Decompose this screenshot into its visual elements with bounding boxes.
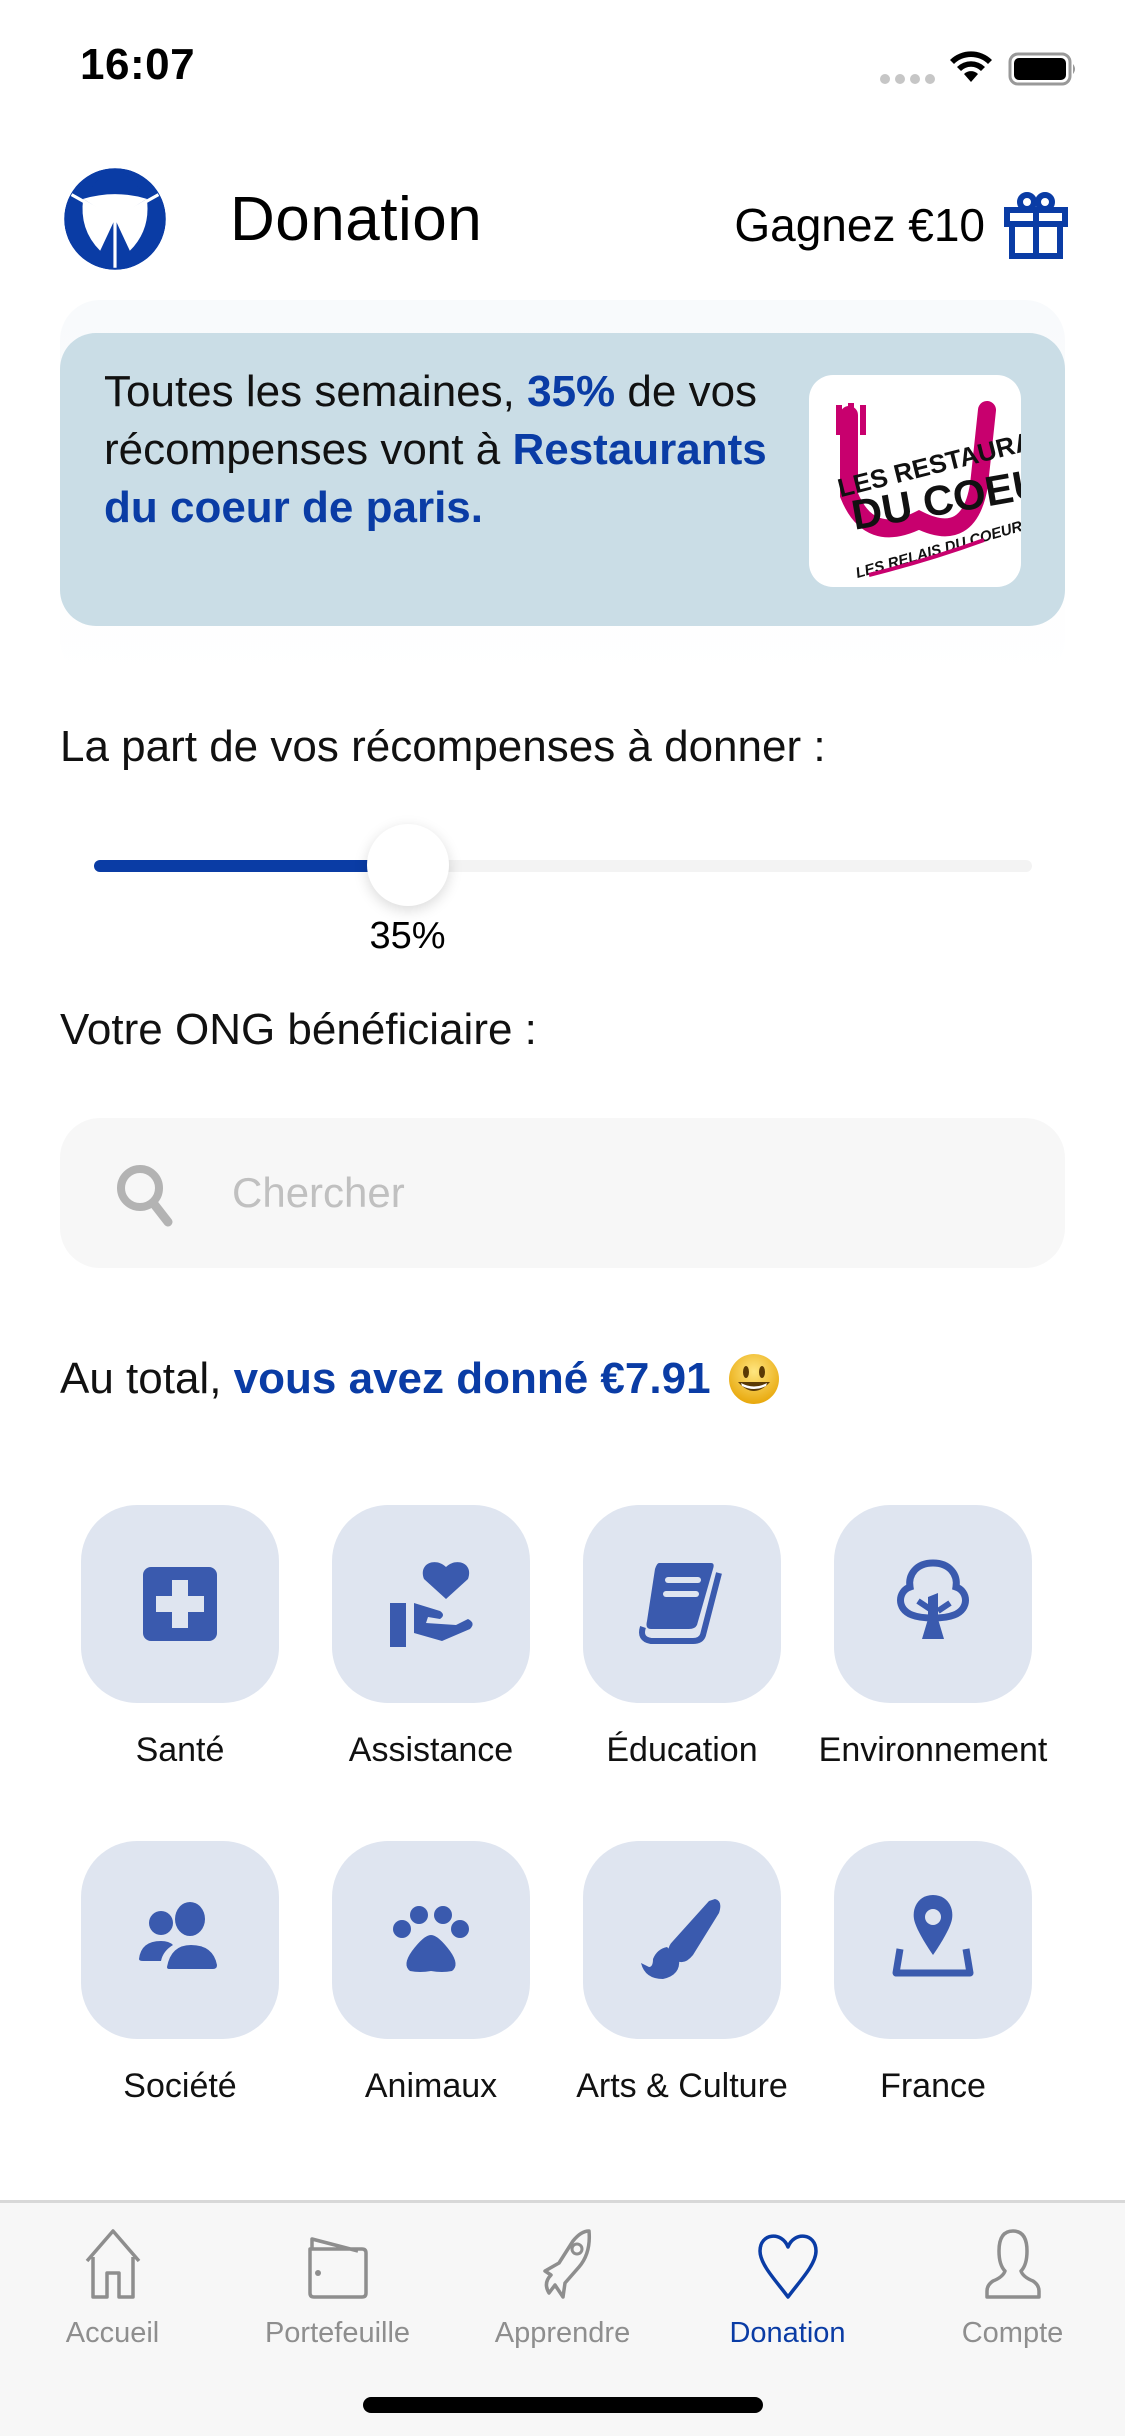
hand-heart-icon [390, 1562, 473, 1647]
category-education[interactable]: Éducation [562, 1505, 802, 1770]
map-pin-icon [892, 1895, 974, 1977]
ngo-section-label: Votre ONG bénéficiaire : [60, 1005, 537, 1054]
tab-label: Accueil [65, 2317, 160, 2349]
book-icon [639, 1563, 722, 1644]
ngo-search-box[interactable] [60, 1118, 1065, 1268]
ngo-search-input[interactable] [232, 1158, 1012, 1228]
donation-banner: Toutes les semaines, 35% de vos récompen… [60, 333, 1065, 626]
slider-thumb[interactable] [366, 824, 449, 906]
search-icon [117, 1165, 173, 1227]
rocket-icon [542, 2229, 591, 2299]
share-slider[interactable] [94, 824, 1032, 906]
slider-value-label: 35% [369, 915, 446, 957]
home-icon [85, 2229, 140, 2299]
earn-reward-button[interactable]: Gagnez €10 [734, 190, 1069, 260]
paw-icon [393, 1906, 469, 1972]
total-donated: Au total, vous avez donné €7.91 [60, 1352, 781, 1406]
tab-label: Donation [729, 2317, 846, 2349]
signal-dots-icon [880, 74, 935, 84]
banner-text-before: Toutes les semaines, [104, 367, 528, 416]
category-animaux[interactable]: Animaux [311, 1841, 551, 2106]
status-time: 16:07 [80, 40, 196, 89]
tab-portefeuille[interactable]: Portefeuille [225, 2223, 450, 2350]
category-sante[interactable]: Santé [60, 1505, 300, 1770]
total-amount: vous avez donné €7.91 [233, 1354, 711, 1403]
category-label: Arts & Culture [576, 2067, 788, 2105]
wallet-icon [307, 2237, 368, 2299]
tab-compte[interactable]: Compte [900, 2223, 1125, 2350]
slider-fill [94, 860, 408, 872]
gift-icon [1004, 192, 1068, 259]
category-societe[interactable]: Société [60, 1841, 300, 2106]
user-icon [984, 2229, 1041, 2299]
wifi-icon [950, 51, 992, 82]
category-label: Éducation [606, 1731, 758, 1769]
tab-label: Compte [961, 2317, 1064, 2349]
medical-cross-icon [143, 1567, 217, 1641]
heart-icon [757, 2234, 818, 2299]
share-label: La part de vos récompenses à donner : [60, 722, 826, 771]
category-environnement[interactable]: Environnement [813, 1505, 1053, 1770]
tab-donation[interactable]: Donation [675, 2223, 900, 2350]
ngo-logo[interactable]: LES RESTAURANTS DU COEUR LES RELAIS DU C… [809, 375, 1021, 587]
category-label: Société [123, 2067, 237, 2105]
smiley-emoji-icon [728, 1354, 779, 1404]
category-label: France [880, 2067, 986, 2105]
banner-text: Toutes les semaines, 35% de vos récompen… [104, 363, 804, 537]
tree-icon [897, 1559, 969, 1639]
home-indicator [363, 2397, 763, 2413]
category-label: Environnement [818, 1731, 1048, 1769]
tab-accueil[interactable]: Accueil [0, 2223, 225, 2350]
battery-icon [1008, 52, 1075, 86]
total-prefix: Au total, [60, 1354, 222, 1403]
tab-apprendre[interactable]: Apprendre [450, 2223, 675, 2350]
category-label: Assistance [348, 1731, 514, 1769]
status-bar: 16:07 [0, 0, 1125, 130]
app-logo-icon [64, 168, 166, 270]
paintbrush-icon [641, 1899, 721, 1979]
category-label: Animaux [364, 2067, 498, 2105]
tab-label: Apprendre [494, 2317, 631, 2349]
tab-label: Portefeuille [264, 2317, 411, 2349]
earn-reward-label: Gagnez €10 [734, 199, 985, 251]
category-france[interactable]: France [813, 1841, 1053, 2106]
category-assistance[interactable]: Assistance [311, 1505, 551, 1770]
page-title: Donation [230, 185, 483, 254]
category-arts-culture[interactable]: Arts & Culture [562, 1841, 802, 2106]
category-label: Santé [135, 1731, 225, 1769]
banner-percent: 35% [527, 367, 616, 416]
header: Donation Gagnez €10 [0, 160, 1125, 290]
people-icon [139, 1902, 217, 1969]
